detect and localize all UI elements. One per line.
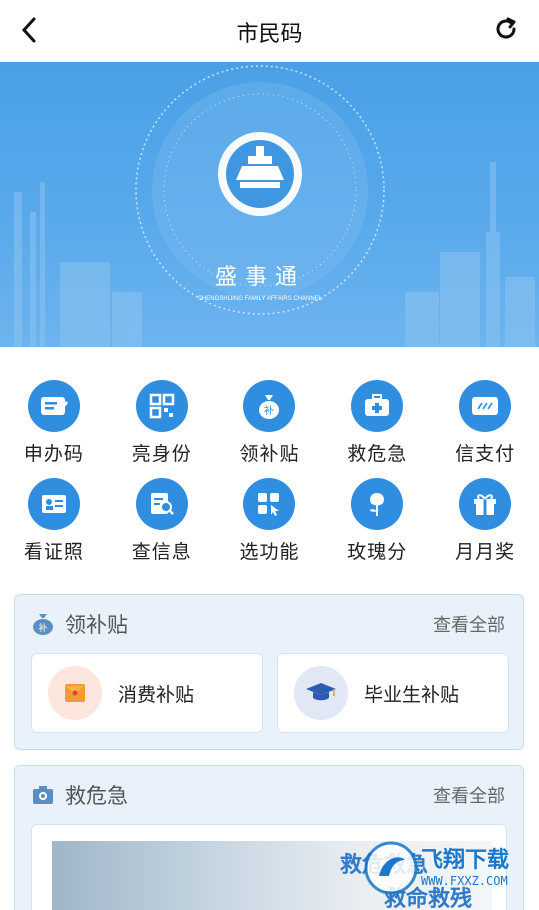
watermark: 飞翔下载 WWW.FXXZ.COM — [363, 836, 533, 900]
hero-banner: 盛事通 SHENGSHIJING FAMILY AFFAIRS CHANNEL — [0, 62, 539, 347]
credit-card-icon — [459, 380, 512, 432]
subsidy-item-label: 毕业生补贴 — [364, 683, 460, 706]
rose-icon — [351, 478, 404, 530]
city-skyline-left — [14, 182, 142, 347]
red-envelope-icon — [48, 666, 102, 720]
money-bag-icon: 补 — [33, 614, 53, 635]
service-select-features[interactable]: 选功能 — [216, 470, 324, 568]
service-rose-score[interactable]: 玫瑰分 — [323, 470, 431, 568]
service-row-2: 看证照 查信息 选功能 玫瑰分 月月奖 — [0, 470, 539, 568]
watermark-logo-icon — [364, 841, 418, 895]
watermark-text: 飞翔下载 — [421, 848, 510, 873]
service-label: 看证照 — [23, 541, 84, 563]
subsidy-view-all-link[interactable]: 查看全部 — [433, 611, 505, 637]
shengshitong-logo — [218, 132, 302, 216]
svg-text:补: 补 — [264, 404, 274, 417]
service-view-certificates[interactable]: 看证照 — [0, 470, 108, 568]
top-bar: 市民码 — [0, 0, 539, 62]
service-grid: 申办码 亮身份 补 领补贴 救危急 信支付 看证照 查信息 选功能 玫瑰分 月月… — [0, 372, 539, 568]
service-label: 申办码 — [23, 443, 84, 465]
certificate-icon — [27, 478, 80, 530]
subsidy-card: 补 领补贴 查看全部 消费补贴 毕业生补贴 — [14, 594, 524, 750]
money-bag-icon: 补 — [243, 380, 296, 432]
select-grid-icon — [243, 478, 296, 530]
graduation-cap-icon — [294, 666, 348, 720]
banner-logo-text: 盛事通 — [215, 264, 305, 289]
qr-code-icon — [135, 380, 188, 432]
gift-icon — [459, 478, 512, 530]
service-label: 救危急 — [347, 443, 408, 465]
service-apply-code[interactable]: 申办码 — [0, 372, 108, 470]
emergency-card-header: 救危急 查看全部 — [15, 766, 523, 824]
id-card-edit-icon — [27, 380, 80, 432]
service-label: 信支付 — [455, 443, 516, 465]
service-credit-pay[interactable]: 信支付 — [431, 372, 539, 470]
subsidy-card-title: 领补贴 — [65, 613, 128, 637]
graduate-subsidy-item[interactable]: 毕业生补贴 — [277, 653, 509, 733]
first-aid-kit-icon — [351, 380, 404, 432]
page-title: 市民码 — [236, 22, 303, 47]
subsidy-card-header: 补 领补贴 查看全部 — [15, 595, 523, 653]
search-document-icon — [135, 478, 188, 530]
service-label: 领补贴 — [239, 443, 300, 465]
service-label: 玫瑰分 — [347, 541, 408, 563]
banner-logo-subtext: SHENGSHIJING FAMILY AFFAIRS CHANNEL — [198, 296, 323, 302]
service-label: 查信息 — [131, 541, 192, 563]
camera-icon — [33, 786, 53, 804]
service-emergency[interactable]: 救危急 — [323, 372, 431, 470]
watermark-url: WWW.FXXZ.COM — [421, 874, 508, 888]
service-label: 选功能 — [239, 541, 300, 563]
svg-text:补: 补 — [38, 622, 47, 634]
service-label: 亮身份 — [131, 443, 192, 465]
emergency-view-all-link[interactable]: 查看全部 — [433, 782, 505, 808]
service-get-subsidy[interactable]: 补 领补贴 — [216, 372, 324, 470]
refresh-button[interactable] — [489, 12, 523, 46]
consumption-subsidy-item[interactable]: 消费补贴 — [31, 653, 263, 733]
service-check-info[interactable]: 查信息 — [108, 470, 216, 568]
service-show-identity[interactable]: 亮身份 — [108, 372, 216, 470]
service-monthly-reward[interactable]: 月月奖 — [431, 470, 539, 568]
service-row-1: 申办码 亮身份 补 领补贴 救危急 信支付 — [0, 372, 539, 470]
subsidy-item-label: 消费补贴 — [118, 683, 195, 706]
refresh-icon — [496, 17, 516, 39]
service-label: 月月奖 — [455, 541, 516, 563]
city-skyline-right — [405, 162, 535, 347]
emergency-card-title: 救危急 — [65, 784, 128, 808]
